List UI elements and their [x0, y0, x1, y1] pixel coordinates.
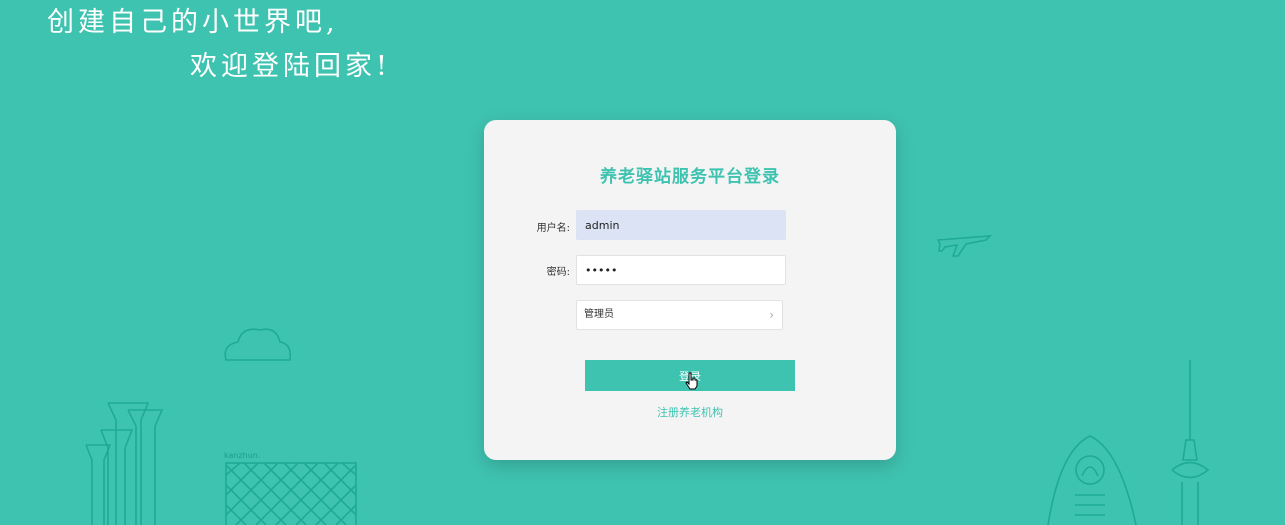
login-card: 养老驿站服务平台登录 用户名: 密码: 管理员 › 登录 注册养老机构: [484, 120, 896, 460]
right-buildings-illustration: [1047, 360, 1210, 525]
lattice-building-illustration: [225, 462, 357, 525]
building-sign-text: kanzhun.: [224, 451, 261, 460]
password-input[interactable]: [576, 255, 786, 285]
login-title: 养老驿站服务平台登录: [600, 167, 780, 187]
register-institution-link[interactable]: 注册养老机构: [484, 404, 896, 420]
airplane-icon: [936, 235, 993, 257]
slogan-line-2: 欢迎登陆回家!: [190, 51, 391, 82]
role-select-value: 管理员: [584, 309, 614, 320]
username-label: 用户名:: [536, 223, 570, 234]
password-label: 密码:: [546, 267, 570, 278]
chevron-right-icon: ›: [769, 308, 774, 322]
slogan-line-1: 创建自己的小世界吧,: [47, 7, 339, 38]
role-select[interactable]: 管理员 ›: [576, 300, 783, 330]
left-towers-illustration: [85, 402, 164, 525]
cloud-icon: [224, 328, 292, 361]
username-input[interactable]: [576, 210, 786, 240]
hand-cursor-icon: [685, 372, 698, 390]
